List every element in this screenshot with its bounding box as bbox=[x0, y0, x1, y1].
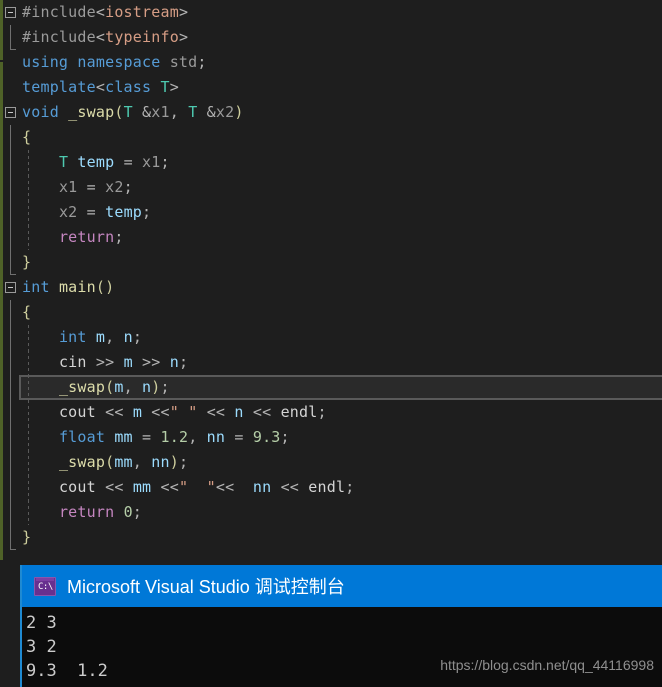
code-line-text: x1 = x2; bbox=[58, 178, 133, 196]
fold-region-line bbox=[10, 200, 11, 225]
fold-gutter bbox=[0, 500, 22, 525]
fold-gutter bbox=[0, 525, 22, 550]
fold-gutter[interactable] bbox=[0, 275, 22, 300]
fold-region-line bbox=[10, 525, 16, 550]
code-line-text: void _swap(T &x1, T &x2) bbox=[22, 103, 244, 121]
code-line-text: x2 = temp; bbox=[58, 203, 152, 221]
fold-gutter[interactable] bbox=[0, 0, 22, 25]
fold-gutter bbox=[0, 350, 22, 375]
console-app-icon: C:\ bbox=[34, 576, 56, 596]
code-line-text: _swap(m, n); bbox=[58, 378, 170, 396]
code-line[interactable]: } bbox=[0, 250, 662, 275]
code-line-text: { bbox=[22, 303, 32, 321]
fold-region-line bbox=[10, 425, 11, 450]
code-line[interactable]: { bbox=[0, 300, 662, 325]
code-line-text: _swap(mm, nn); bbox=[58, 453, 189, 471]
fold-gutter bbox=[0, 200, 22, 225]
fold-gutter bbox=[0, 375, 22, 400]
console-output-line: 3 2 bbox=[26, 637, 57, 657]
code-line[interactable]: return; bbox=[0, 225, 662, 250]
code-line[interactable]: { bbox=[0, 125, 662, 150]
fold-region-line bbox=[10, 175, 11, 200]
fold-region-line bbox=[10, 300, 11, 325]
code-line[interactable]: cin >> m >> n; bbox=[0, 350, 662, 375]
code-line[interactable]: _swap(mm, nn); bbox=[0, 450, 662, 475]
console-titlebar[interactable]: C:\ Microsoft Visual Studio 调试控制台 bbox=[22, 565, 662, 607]
console-output-line: 2 3 bbox=[26, 613, 57, 633]
fold-gutter bbox=[0, 125, 22, 150]
fold-region-line bbox=[10, 350, 11, 375]
code-line[interactable]: cout << m <<" " << n << endl; bbox=[0, 400, 662, 425]
fold-region-line bbox=[10, 250, 16, 275]
code-line-text: #include<typeinfo> bbox=[22, 28, 189, 46]
fold-region-line bbox=[10, 25, 16, 50]
fold-region-line bbox=[10, 475, 11, 500]
code-line[interactable]: template<class T> bbox=[0, 75, 662, 100]
fold-gutter bbox=[0, 50, 22, 75]
code-line-text: using namespace std; bbox=[22, 53, 207, 71]
fold-region-line bbox=[10, 150, 11, 175]
code-line-text: int main() bbox=[22, 278, 115, 296]
code-line-text: int m, n; bbox=[58, 328, 143, 346]
fold-collapse-icon[interactable] bbox=[5, 282, 16, 293]
code-line-text: return 0; bbox=[58, 503, 143, 521]
fold-region-line bbox=[10, 125, 11, 150]
code-line-current[interactable]: int m, n; bbox=[0, 325, 662, 400]
code-line-text: float mm = 1.2, nn = 9.3; bbox=[58, 428, 290, 446]
fold-gutter bbox=[0, 400, 22, 425]
watermark-text: https://blog.csdn.net/qq_44116998 bbox=[440, 657, 654, 673]
code-line[interactable]: x1 = x2; bbox=[0, 175, 662, 200]
code-editor-pane[interactable]: #include<iostream> #include<typeinfo> us… bbox=[0, 0, 662, 560]
code-line[interactable]: float mm = 1.2, nn = 9.3; bbox=[0, 425, 662, 450]
code-line[interactable]: x2 = temp; bbox=[0, 200, 662, 225]
code-line[interactable]: return 0; bbox=[0, 500, 662, 525]
fold-gutter bbox=[0, 325, 22, 350]
code-line-text: } bbox=[22, 253, 32, 271]
code-line[interactable]: T temp = x1; bbox=[0, 150, 662, 175]
fold-region-line bbox=[10, 400, 11, 425]
code-line-text: return; bbox=[58, 228, 124, 246]
fold-gutter bbox=[0, 250, 22, 275]
fold-region-line bbox=[10, 225, 11, 250]
fold-gutter bbox=[0, 150, 22, 175]
code-line[interactable]: int main() bbox=[0, 275, 662, 300]
fold-gutter bbox=[0, 475, 22, 500]
code-line-text: } bbox=[22, 528, 32, 546]
fold-region-line bbox=[10, 375, 11, 400]
code-line[interactable]: using namespace std; bbox=[0, 50, 662, 75]
fold-gutter bbox=[0, 175, 22, 200]
code-line[interactable]: #include<typeinfo> bbox=[0, 25, 662, 50]
fold-gutter bbox=[0, 75, 22, 100]
code-line-text: cout << mm <<" "<< nn << endl; bbox=[58, 478, 355, 496]
fold-region-line bbox=[10, 450, 11, 475]
code-line[interactable]: #include<iostream> bbox=[0, 0, 662, 25]
fold-gutter bbox=[0, 425, 22, 450]
code-line-text: template<class T> bbox=[22, 78, 179, 96]
fold-region-line bbox=[10, 325, 11, 350]
code-line[interactable]: void _swap(T &x1, T &x2) bbox=[0, 100, 662, 125]
code-line[interactable]: cout << mm <<" "<< nn << endl; bbox=[0, 475, 662, 500]
screenshot-root: #include<iostream> #include<typeinfo> us… bbox=[0, 0, 662, 687]
fold-collapse-icon[interactable] bbox=[5, 7, 16, 18]
console-icon-prompt-text: C:\ bbox=[38, 581, 53, 592]
console-window-title: Microsoft Visual Studio 调试控制台 bbox=[67, 577, 345, 597]
code-line[interactable]: } bbox=[0, 525, 662, 550]
fold-gutter bbox=[0, 300, 22, 325]
code-line-text: { bbox=[22, 128, 32, 146]
fold-region-line bbox=[10, 500, 11, 525]
fold-collapse-icon[interactable] bbox=[5, 107, 16, 118]
fold-gutter bbox=[0, 225, 22, 250]
code-line-text: #include<iostream> bbox=[22, 3, 189, 21]
fold-gutter bbox=[0, 450, 22, 475]
code-line[interactable]: _swap(m, n); bbox=[0, 375, 662, 400]
code-line-text: T temp = x1; bbox=[58, 153, 170, 171]
fold-gutter[interactable] bbox=[0, 100, 22, 125]
code-line-text: cout << m <<" " << n << endl; bbox=[58, 403, 327, 421]
fold-gutter[interactable] bbox=[0, 25, 22, 50]
code-line-text: cin >> m >> n; bbox=[58, 353, 189, 371]
